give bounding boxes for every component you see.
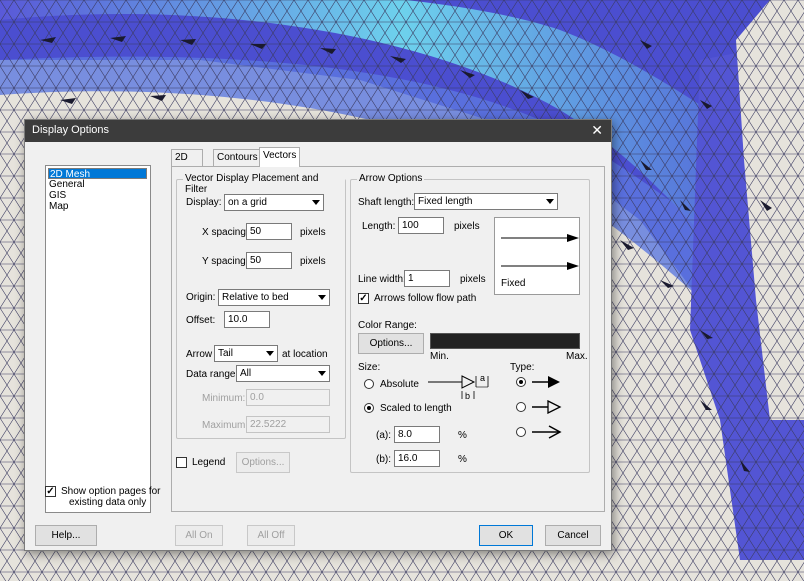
- size-a-input[interactable]: 8.0: [394, 426, 440, 443]
- arrow-options-title: Arrow Options: [357, 173, 425, 184]
- filled-arrow-icon: [532, 376, 560, 388]
- radio-dot: [519, 380, 523, 384]
- shaft-length-select[interactable]: Fixed length: [414, 193, 558, 210]
- minimum-input[interactable]: 0.0: [246, 389, 330, 406]
- size-b-label: (b):: [376, 454, 391, 465]
- display-select[interactable]: on a grid: [224, 194, 324, 211]
- show-option-pages-checkbox[interactable]: ✓: [45, 486, 56, 497]
- all-on-button[interactable]: All On: [175, 525, 223, 546]
- origin-label: Origin:: [186, 292, 216, 303]
- line-width-input[interactable]: 1: [404, 270, 450, 287]
- vectors-tab-panel: Vector Display Placement and Filter Disp…: [171, 166, 605, 512]
- arrow-preview: Fixed: [494, 217, 580, 295]
- close-icon[interactable]: ✕: [591, 122, 603, 139]
- size-diagram-a: a: [480, 373, 486, 383]
- maximum-input[interactable]: 22.5222: [246, 416, 330, 433]
- maximum-label: Maximum:: [202, 420, 249, 431]
- data-range-value: All: [240, 368, 252, 379]
- cancel-button[interactable]: Cancel: [545, 525, 601, 546]
- help-button[interactable]: Help...: [35, 525, 97, 546]
- arrow-location-value: Tail: [218, 348, 234, 359]
- color-range-min: Min.: [430, 351, 449, 362]
- chevron-down-icon: [312, 200, 320, 205]
- data-range-label: Data range:: [186, 369, 239, 380]
- color-range-max: Max.: [566, 351, 588, 362]
- show-option-pages-label-2: existing data only: [69, 497, 147, 508]
- page-item-gis[interactable]: GIS: [48, 190, 67, 201]
- line-width-unit: pixels: [460, 274, 486, 285]
- tab-vectors[interactable]: Vectors: [259, 147, 301, 167]
- length-label: Length:: [362, 221, 396, 232]
- size-a-label: (a):: [376, 430, 391, 441]
- display-select-value: on a grid: [228, 197, 267, 208]
- tab-contours[interactable]: Contours: [213, 149, 262, 166]
- length-input[interactable]: 100: [398, 217, 444, 234]
- type-label: Type:: [510, 362, 535, 373]
- type-open-radio[interactable]: [516, 427, 526, 437]
- arrow-preview-caption: Fixed: [501, 278, 526, 289]
- x-spacing-unit: pixels: [300, 227, 326, 238]
- x-spacing-input[interactable]: 50: [246, 223, 292, 240]
- legend-label: Legend: [192, 457, 226, 468]
- radio-dot: [367, 406, 371, 410]
- page-item-general[interactable]: General: [48, 179, 86, 190]
- shaft-length-label: Shaft length:: [358, 197, 415, 208]
- at-location-label: at location: [282, 349, 328, 360]
- type-hollow-radio[interactable]: [516, 402, 526, 412]
- origin-select-value: Relative to bed: [222, 292, 289, 303]
- y-spacing-input[interactable]: 50: [246, 252, 292, 269]
- size-diagram-b: b: [465, 391, 471, 401]
- type-filled-radio[interactable]: [516, 377, 526, 387]
- all-off-button[interactable]: All Off: [247, 525, 295, 546]
- show-option-pages-label: Show option pages for: [61, 486, 161, 497]
- shaft-length-value: Fixed length: [418, 196, 473, 207]
- size-absolute-radio[interactable]: [364, 379, 374, 389]
- chevron-down-icon: [266, 351, 274, 356]
- size-b-input[interactable]: 16.0: [394, 450, 440, 467]
- data-range-select[interactable]: All: [236, 365, 330, 382]
- color-range-bar[interactable]: [430, 333, 580, 349]
- dialog-title-bar[interactable]: Display Options ✕: [25, 120, 611, 142]
- tab-2d-mesh[interactable]: 2D Mesh: [171, 149, 204, 178]
- option-pages-list[interactable]: 2D Mesh General GIS Map: [45, 165, 151, 513]
- size-scaled-label: Scaled to length: [380, 403, 452, 414]
- legend-checkbox[interactable]: [176, 457, 187, 468]
- color-range-options-button[interactable]: Options...: [358, 333, 424, 354]
- line-width-label: Line width:: [358, 274, 406, 285]
- size-absolute-label: Absolute: [380, 379, 419, 390]
- color-range-label: Color Range:: [358, 320, 417, 331]
- chevron-down-icon: [546, 199, 554, 204]
- arrow-location-select[interactable]: Tail: [214, 345, 278, 362]
- display-options-dialog: Display Options ✕ 2D Mesh General GIS Ma…: [24, 119, 612, 551]
- offset-input[interactable]: 10.0: [224, 311, 270, 328]
- length-unit: pixels: [454, 221, 480, 232]
- y-spacing-unit: pixels: [300, 256, 326, 267]
- page-item-2d-mesh[interactable]: 2D Mesh: [48, 168, 147, 180]
- size-label: Size:: [358, 362, 381, 373]
- placement-group-title: Vector Display Placement and Filter: [183, 173, 345, 195]
- legend-options-button[interactable]: Options...: [236, 452, 290, 473]
- page-item-map[interactable]: Map: [48, 201, 69, 212]
- x-spacing-label: X spacing:: [202, 227, 249, 238]
- follow-flow-label: Arrows follow flow path: [374, 293, 477, 304]
- chevron-down-icon: [318, 371, 326, 376]
- dialog-title: Display Options: [32, 124, 110, 136]
- offset-label: Offset:: [186, 315, 216, 326]
- display-label: Display:: [186, 197, 222, 208]
- y-spacing-label: Y spacing:: [202, 256, 249, 267]
- size-a-unit: %: [458, 430, 467, 441]
- chevron-down-icon: [318, 295, 326, 300]
- origin-select[interactable]: Relative to bed: [218, 289, 330, 306]
- ok-button[interactable]: OK: [479, 525, 533, 546]
- minimum-label: Minimum:: [202, 393, 246, 404]
- arrow-label: Arrow: [186, 349, 213, 360]
- follow-flow-checkbox[interactable]: ✓: [358, 293, 369, 304]
- size-scaled-radio[interactable]: [364, 403, 374, 413]
- hollow-arrow-icon: [532, 400, 562, 414]
- size-b-unit: %: [458, 454, 467, 465]
- open-arrow-icon: [532, 425, 562, 439]
